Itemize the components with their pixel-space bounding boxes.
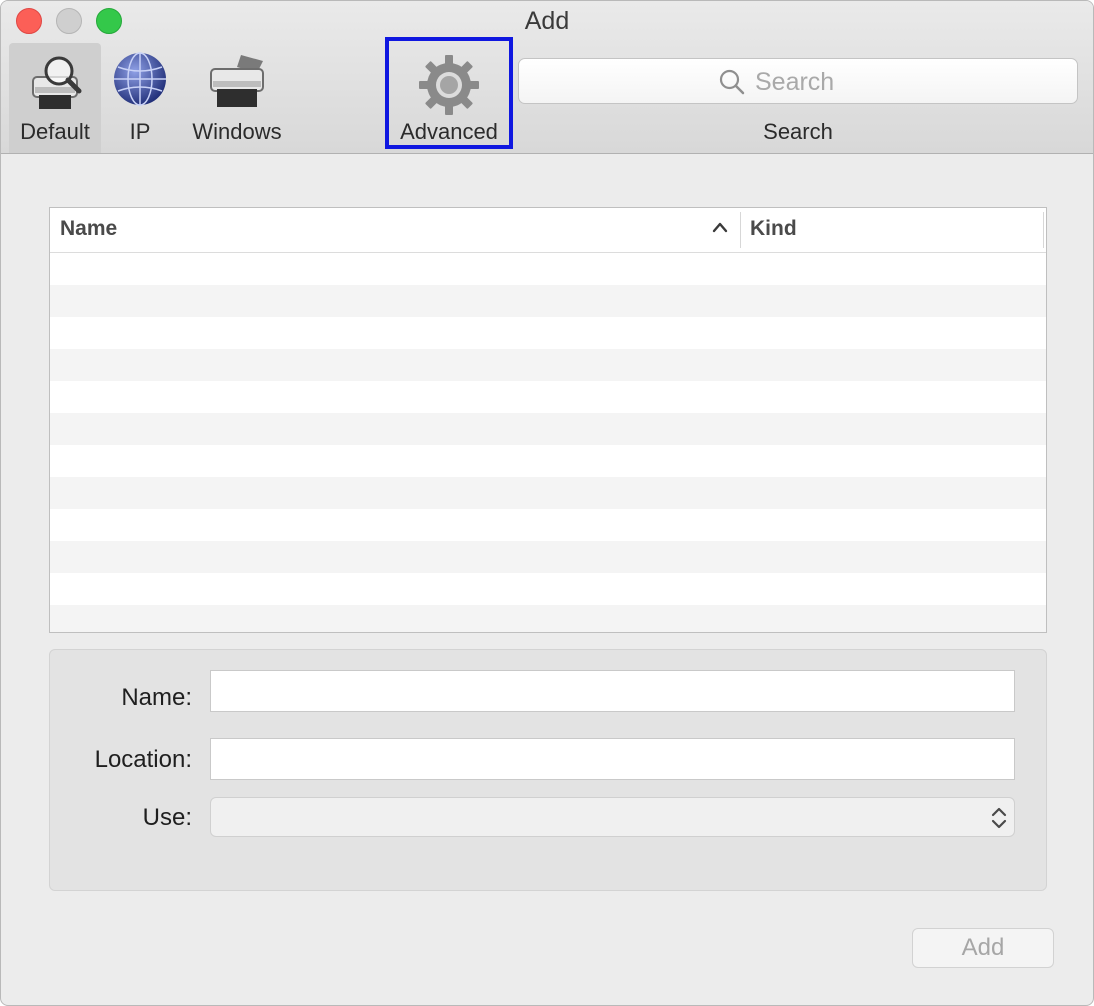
table-row [50,509,1046,541]
table-row [50,605,1046,632]
name-label: Name: [121,684,192,711]
table-row [50,541,1046,573]
printer-search-icon [23,51,87,120]
location-field[interactable] [210,738,1015,780]
search-placeholder: Search [755,68,835,96]
search-icon [719,69,745,100]
table-body [50,253,1046,632]
table-row [50,285,1046,317]
use-label: Use: [142,804,192,831]
toolbar-ip-button[interactable]: IP [107,43,173,153]
toolbar-ip-label: IP [129,119,151,144]
table-row [50,381,1046,413]
globe-icon [112,51,168,112]
column-header-name[interactable]: Name [60,217,117,241]
toolbar-default-button[interactable]: Default [9,43,101,153]
table-row [50,413,1046,445]
printer-list-table[interactable]: Name Kind [49,207,1047,633]
column-divider [1043,212,1044,248]
chevron-up-down-icon [990,804,1008,837]
search-label: Search [763,119,833,144]
window-title: Add [524,7,570,35]
toolbar-windows-button[interactable]: Windows [181,43,293,153]
toolbar-advanced-label: Advanced [400,119,498,144]
column-divider[interactable] [740,212,741,248]
toolbar-advanced-button[interactable]: Advanced [385,37,513,149]
toolbar-default-label: Default [20,119,90,144]
toolbar-windows-label: Windows [192,119,282,144]
table-row [50,317,1046,349]
table-row [50,573,1046,605]
add-printer-window: Add Default IP Windows Advanced Search S… [0,0,1094,1006]
table-row [50,349,1046,381]
name-field[interactable] [210,670,1015,712]
location-label: Location: [94,746,192,773]
gear-icon [417,53,481,122]
search-input[interactable]: Search [518,58,1078,104]
printer-icon [205,51,269,116]
column-header-kind[interactable]: Kind [750,217,797,241]
table-row [50,253,1046,285]
table-row [50,445,1046,477]
add-button[interactable]: Add [912,928,1054,968]
sort-ascending-icon [712,220,728,239]
use-select[interactable] [210,797,1015,837]
printer-details-form: Name: Location: Use: [49,649,1047,891]
toolbar: Add Default IP Windows Advanced Search S… [1,1,1093,154]
table-row [50,477,1046,509]
table-header: Name Kind [50,208,1046,253]
